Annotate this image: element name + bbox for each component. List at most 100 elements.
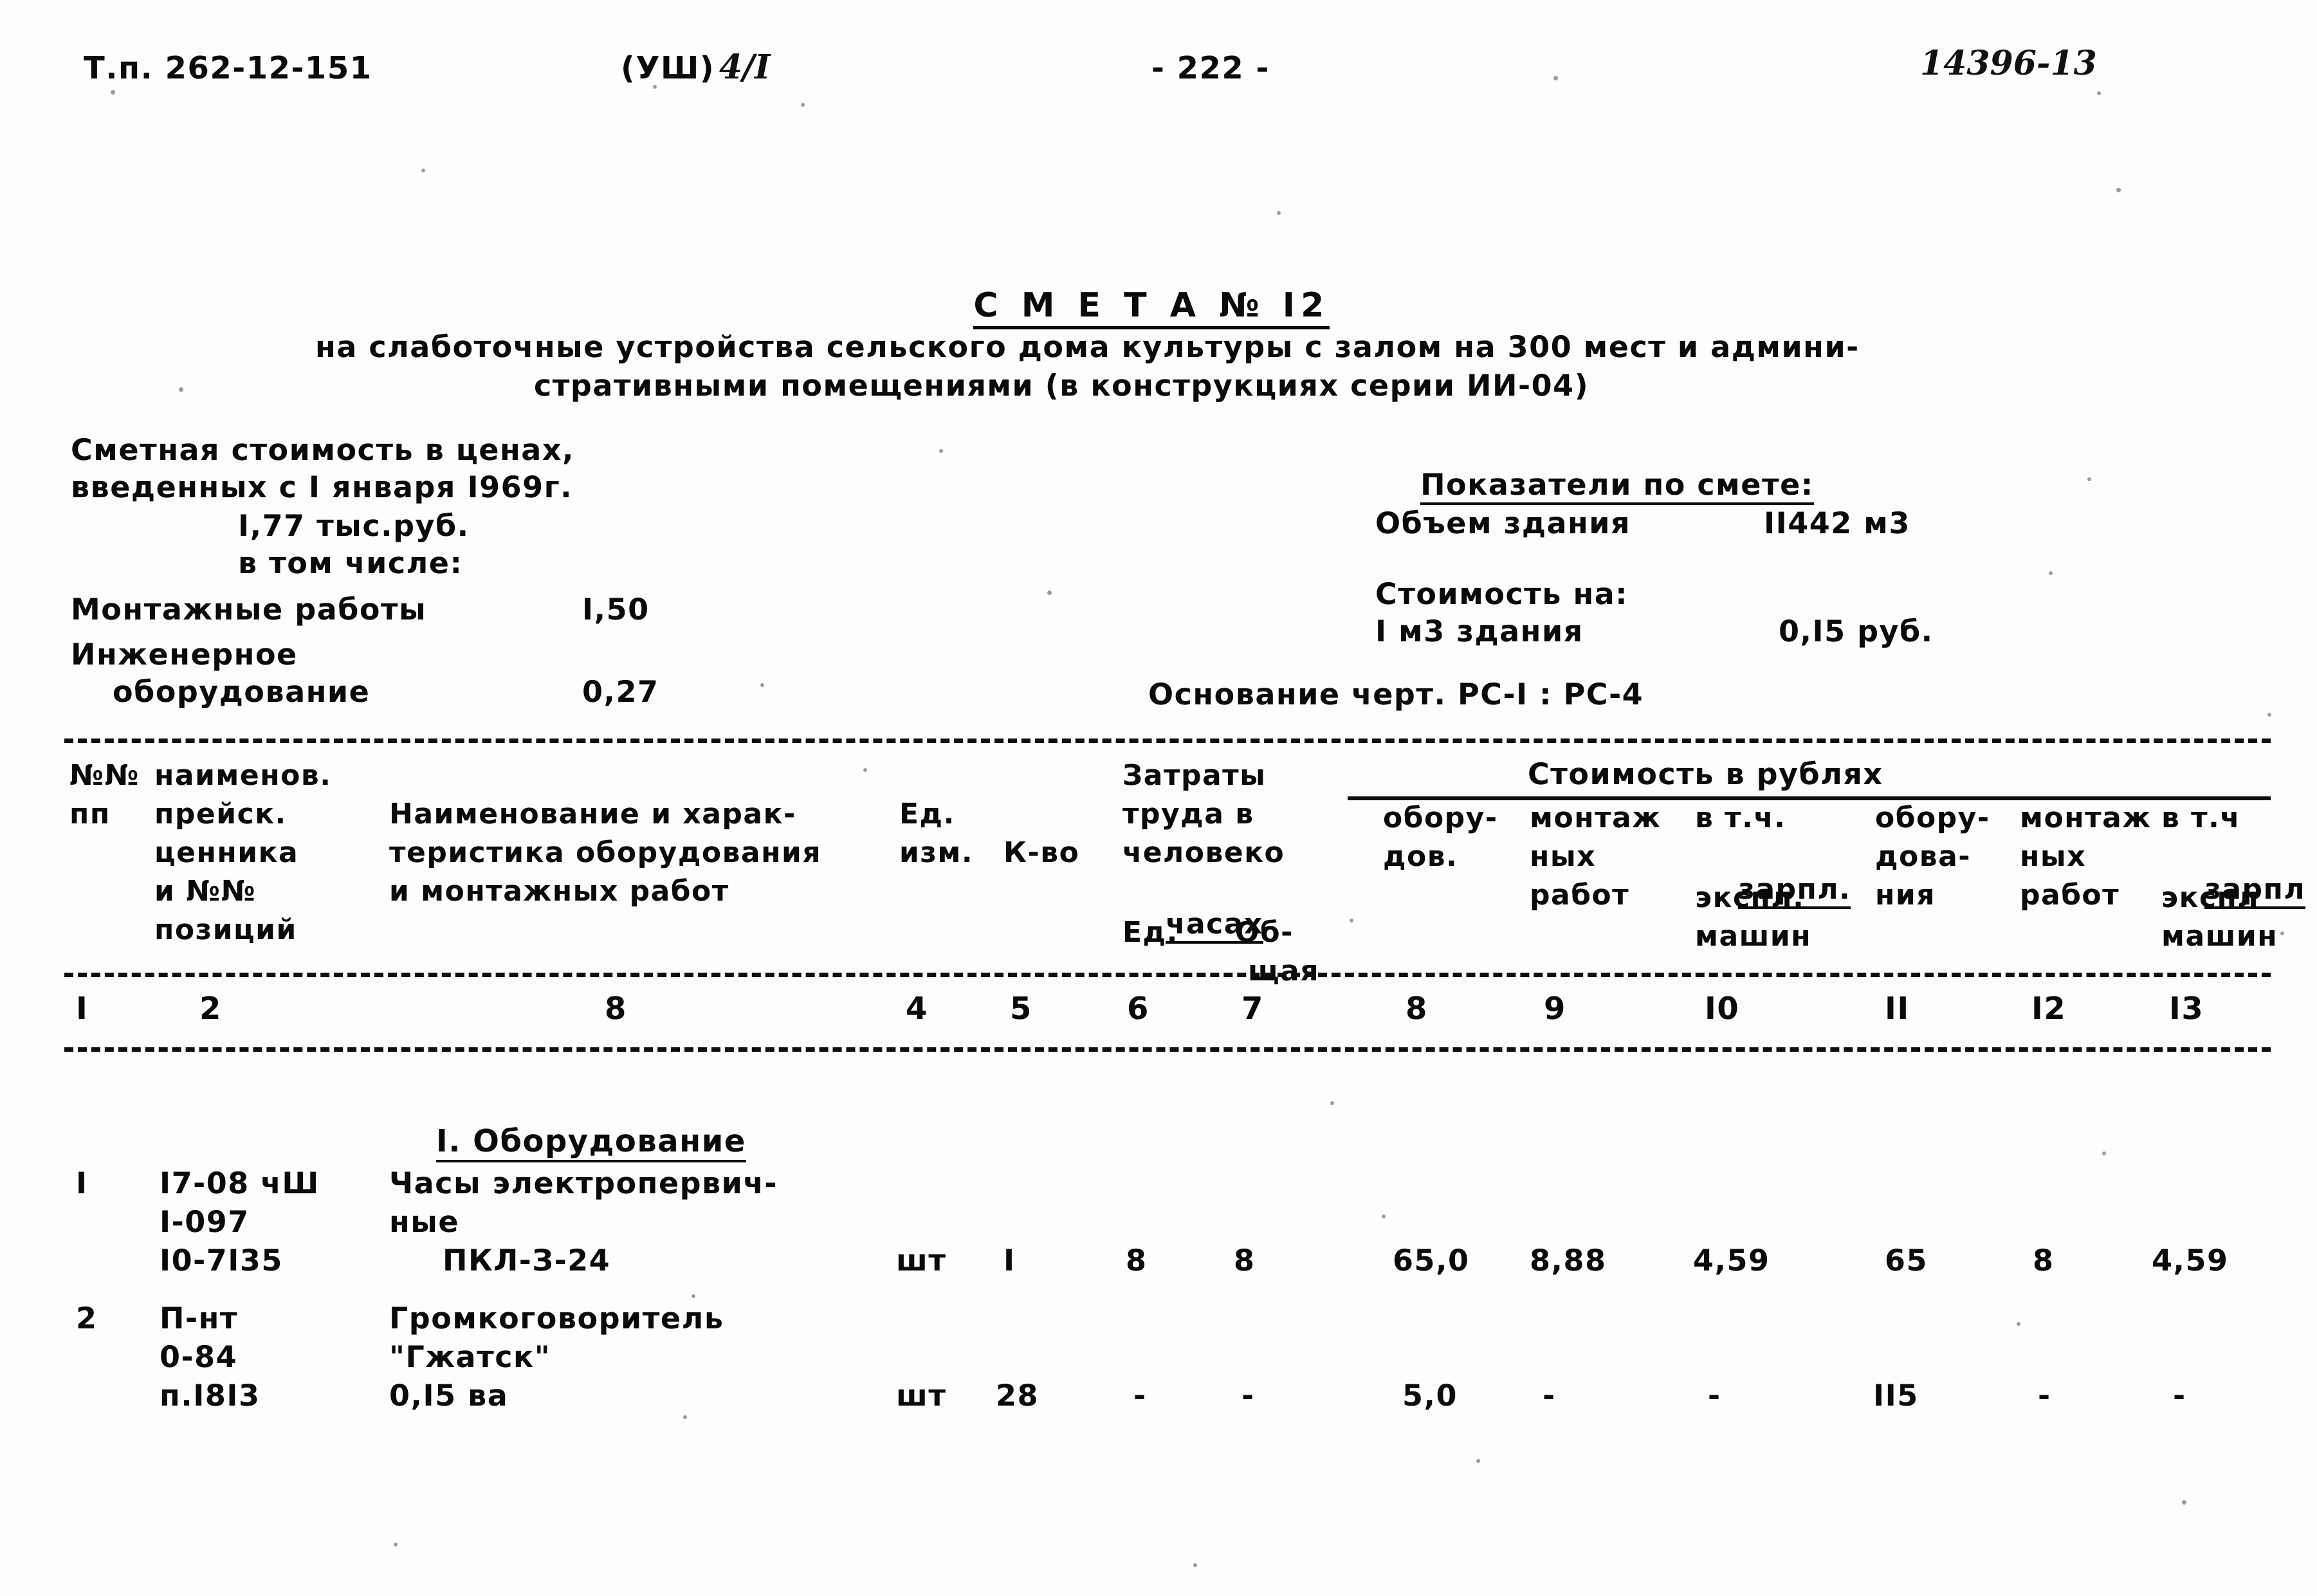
row2-name-line2: "Гжатск" [389, 1339, 551, 1374]
section-heading-equipment-text: I. Оборудование [435, 1123, 746, 1162]
colnum-6: 6 [1127, 991, 1149, 1027]
colnum-3: 8 [605, 991, 627, 1027]
indicators-volume-label: Объем здания [1375, 506, 1631, 540]
row1-incl-salary: 4,59 [1693, 1243, 1770, 1278]
row1-priceref-line1: I7-08 чШ [160, 1166, 320, 1200]
series-code: Т.п. 262-12-151 [84, 50, 372, 86]
row1-unit: шт [896, 1243, 947, 1278]
header-labor-group-line3: человеко [1122, 836, 1285, 869]
colnum-11: II [1885, 991, 1910, 1027]
scan-speck [760, 683, 764, 687]
scan-speck [683, 1415, 687, 1419]
subtitle-line-1: на слаботочные устройства сельского дома… [315, 329, 1860, 364]
header-col12-line2: ных [2020, 840, 2087, 873]
header-col9-line3: работ [1530, 879, 1630, 912]
row1-incl-salary-total: 4,59 [2152, 1243, 2229, 1278]
scan-speck [2280, 931, 2284, 935]
header-col3-line3: и монтажных работ [389, 875, 729, 908]
colnum-2: 2 [199, 991, 222, 1027]
colnum-7: 7 [1241, 991, 1264, 1027]
header-col1-line1: №№ [69, 759, 140, 792]
row2-unit: шт [896, 1378, 947, 1413]
header-col7-line1: Об- [1235, 916, 1294, 949]
colnum-12: I2 [2031, 991, 2067, 1027]
row1-num: I [76, 1166, 88, 1200]
row1-name-line2: ные [389, 1204, 460, 1239]
scan-speck [111, 90, 115, 95]
header-col4-line2: изм. [899, 836, 974, 869]
header-labor-group-line1: Затраты [1122, 759, 1267, 792]
row1-labor-unit: 8 [1126, 1243, 1148, 1278]
scan-speck [179, 387, 183, 392]
row2-name-line3: 0,I5 ва [389, 1378, 509, 1413]
header-col10-line4: машин [1695, 920, 1812, 953]
header-col2-line3: ценника [154, 836, 299, 869]
header-col11-line2: дова- [1875, 840, 1972, 873]
row2-incl-salary-total: - [2173, 1378, 2186, 1413]
indicators-volume-value: II442 м3 [1764, 506, 1910, 540]
colnum-8: 8 [1406, 991, 1428, 1027]
row1-qty: I [1003, 1243, 1016, 1278]
document-title-text: С М Е Т А № I2 [973, 286, 1330, 329]
header-col1-line2: пп [69, 798, 111, 830]
header-col6-label: Ед. [1122, 916, 1178, 949]
row2-install-cost: - [1543, 1378, 1556, 1413]
row2-priceref-line2: 0-84 [160, 1339, 238, 1374]
colnum-4: 4 [906, 991, 928, 1027]
scan-speck [2267, 713, 2271, 717]
row2-labor-unit: - [1133, 1378, 1147, 1413]
row1-install-cost: 8,88 [1530, 1243, 1607, 1278]
indicators-per-unit-label: I м3 здания [1375, 614, 1584, 648]
indicators-cost-on-label: Стоимость на: [1375, 576, 1629, 611]
cost-summary-line-1: Сметная стоимость в ценах, [71, 432, 574, 467]
row2-priceref-line1: П-нт [160, 1301, 239, 1335]
colnum-5: 5 [1010, 991, 1032, 1027]
row2-labor-total: - [1241, 1378, 1255, 1413]
cost-row-install-value: I,50 [582, 592, 650, 627]
row1-labor-total: 8 [1234, 1243, 1256, 1278]
cost-summary-total: I,77 тыс.руб. [238, 508, 470, 543]
header-col9-line1: монтаж [1530, 802, 1662, 834]
table-top-rule [64, 738, 2271, 743]
scan-speck [2116, 188, 2121, 192]
table-header-bottom-rule [64, 973, 2271, 977]
table-colnum-bottom-rule [64, 1047, 2271, 1052]
scan-speck [1476, 1459, 1480, 1463]
scan-speck [1330, 1101, 1334, 1105]
header-col2-line4: и №№ [154, 875, 257, 908]
row2-install-total: - [2038, 1378, 2051, 1413]
header-col9-line2: ных [1530, 840, 1597, 873]
scan-speck [421, 169, 425, 172]
row2-equip-cost: 5,0 [1402, 1378, 1458, 1413]
header-col8-line2: дов. [1383, 840, 1458, 873]
header-col12-line1: монтаж [2020, 802, 2152, 834]
scan-speck [863, 768, 867, 772]
scan-speck [2017, 1322, 2020, 1326]
indicators-per-unit-value: 0,I5 руб. [1779, 614, 1934, 648]
header-col10-line1: в т.ч. [1695, 802, 1786, 834]
scan-speck [2087, 477, 2091, 481]
handwritten-volume-note: 4/I [719, 48, 771, 87]
cost-row-equipment-value: 0,27 [582, 674, 659, 709]
colnum-9: 9 [1544, 991, 1566, 1027]
header-col10-line3: экспл. [1695, 881, 1805, 914]
row1-equip-cost: 65,0 [1393, 1243, 1470, 1278]
row1-install-total: 8 [2033, 1243, 2055, 1278]
row2-equip-total: II5 [1873, 1378, 1919, 1413]
scan-speck [939, 449, 943, 453]
header-col3-line2: теристика оборудования [389, 836, 822, 869]
scan-speck [1350, 919, 1353, 922]
header-col3-line1: Наименование и харак- [389, 798, 796, 830]
scan-speck [801, 103, 805, 107]
cost-row-equipment-label2: оборудование [113, 674, 371, 709]
header-labor-group-line2: труда в [1122, 798, 1254, 830]
header-col13-line4: машин [2161, 920, 2278, 953]
indicators-basis: Основание черт. РС-I : РС-4 [1148, 677, 1644, 711]
row1-name-line1: Часы электропервич- [389, 1166, 778, 1200]
indicators-heading-text: Показатели по смете: [1420, 467, 1814, 505]
header-col12-line3: работ [2020, 879, 2120, 912]
scan-speck [1277, 211, 1281, 215]
row1-name-line3: ПКЛ-З-24 [443, 1243, 611, 1278]
header-col11-line3: ния [1875, 879, 1936, 912]
colnum-1: I [76, 991, 89, 1027]
